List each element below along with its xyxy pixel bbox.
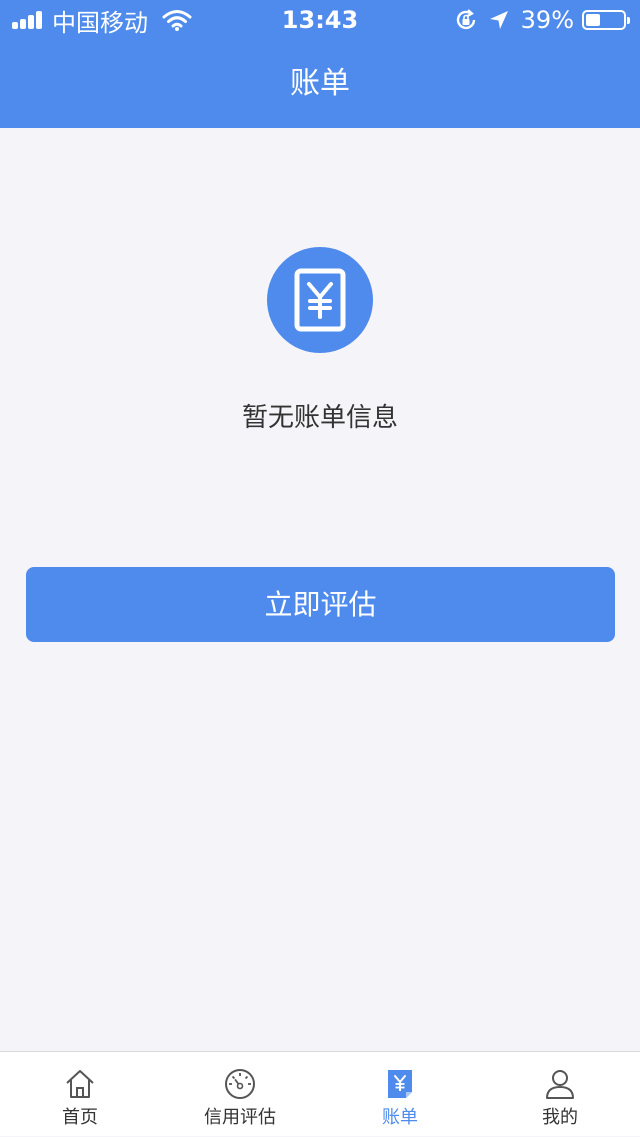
tab-bar: 首页 信用评估 账单 我的	[0, 1051, 640, 1136]
tab-bill[interactable]: 账单	[320, 1052, 480, 1137]
tab-mine-label: 我的	[542, 1107, 578, 1128]
status-bar: 中国移动 13:43 39%	[0, 0, 640, 40]
tab-home[interactable]: 首页	[0, 1052, 160, 1137]
page-title: 账单	[290, 66, 350, 101]
battery-icon	[582, 10, 630, 30]
home-icon	[66, 1070, 94, 1098]
battery-percent: 39%	[520, 6, 574, 34]
gauge-icon	[225, 1069, 255, 1099]
status-right: 39%	[455, 6, 630, 34]
tab-bill-label: 账单	[382, 1107, 418, 1128]
bill-icon	[388, 1070, 412, 1098]
header: 中国移动 13:43 39% 账单	[0, 0, 640, 128]
tab-credit-evaluation-label: 信用评估	[204, 1107, 276, 1128]
tab-credit-evaluation[interactable]: 信用评估	[160, 1052, 320, 1137]
location-arrow-icon	[489, 11, 508, 29]
user-icon	[546, 1070, 574, 1099]
evaluate-now-button[interactable]: 立即评估	[26, 567, 615, 642]
bill-yen-icon	[267, 247, 373, 353]
tab-mine[interactable]: 我的	[480, 1052, 640, 1137]
battery-level	[586, 14, 601, 26]
rotation-lock-icon	[456, 9, 475, 30]
tab-home-label: 首页	[62, 1107, 98, 1128]
empty-message: 暂无账单信息	[241, 403, 398, 433]
